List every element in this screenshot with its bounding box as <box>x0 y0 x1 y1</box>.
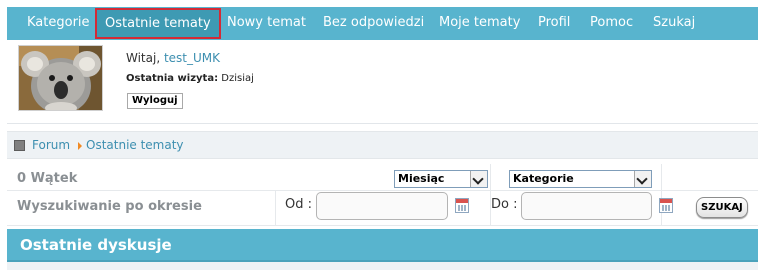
category-select-value: Kategorie <box>513 172 574 185</box>
from-label: Od : <box>285 197 312 212</box>
nav-item-kategorie[interactable]: Kategorie <box>27 7 90 40</box>
username-link[interactable]: test_UMK <box>164 51 220 65</box>
nav-item-profil[interactable]: Profil <box>538 7 570 40</box>
main-nav: Kategorie Ostatnie tematy Nowy temat Bez… <box>7 7 758 40</box>
chevron-down-icon <box>470 171 487 187</box>
welcome-text: Witaj, test_UMK <box>126 51 220 65</box>
section-title: Ostatnie dyskusje <box>20 236 172 254</box>
home-square-icon <box>14 140 25 151</box>
search-button[interactable]: SZUKAJ <box>696 197 748 218</box>
calendar-icon[interactable] <box>455 198 469 213</box>
calendar-icon[interactable] <box>659 198 673 213</box>
breadcrumb-forum[interactable]: Forum <box>32 138 70 152</box>
breadcrumb: Forum Ostatnie tematy <box>7 131 758 159</box>
period-select-value: Miesiąc <box>398 172 445 185</box>
nav-item-pomoc[interactable]: Pomoc <box>590 7 633 40</box>
date-from-input[interactable] <box>316 192 448 220</box>
nav-item-moje-tematy[interactable]: Moje tematy <box>439 7 520 40</box>
filter-panel: 0 Wątek Wyszukiwanie po okresie Miesiąc … <box>7 164 758 226</box>
nav-item-bez-odpowiedzi[interactable]: Bez odpowiedzi <box>323 7 424 40</box>
thread-count: 0 Wątek <box>17 171 78 186</box>
column-divider <box>275 191 276 225</box>
breadcrumb-arrow-icon <box>78 142 82 150</box>
welcome-prefix: Witaj, <box>126 51 164 65</box>
section-header: Ostatnie dyskusje <box>7 229 758 262</box>
period-search-label: Wyszukiwanie po okresie <box>17 199 202 214</box>
logout-button[interactable]: Wyloguj <box>127 93 183 109</box>
last-visit-value: Dzisiaj <box>218 73 254 84</box>
row-divider <box>7 190 758 191</box>
category-select[interactable]: Kategorie <box>509 170 652 188</box>
column-divider <box>490 164 491 225</box>
nav-item-szukaj[interactable]: Szukaj <box>653 7 695 40</box>
period-select[interactable]: Miesiąc <box>394 170 488 188</box>
breadcrumb-ostatnie-tematy[interactable]: Ostatnie tematy <box>86 138 184 152</box>
nav-item-nowy-temat[interactable]: Nowy temat <box>227 7 306 40</box>
date-to-input[interactable] <box>521 192 652 220</box>
last-visit: Ostatnia wizyta: Dzisiaj <box>126 73 254 84</box>
row-divider <box>7 225 758 226</box>
user-panel: Witaj, test_UMK Ostatnia wizyta: Dzisiaj… <box>7 40 758 124</box>
column-divider <box>661 164 662 225</box>
last-visit-label: Ostatnia wizyta: <box>126 73 219 84</box>
nav-item-ostatnie-tematy[interactable]: Ostatnie tematy <box>95 8 221 39</box>
to-label: Do : <box>491 197 518 212</box>
chevron-down-icon <box>634 171 651 187</box>
koala-avatar-icon[interactable] <box>18 45 103 111</box>
content-strip <box>7 262 758 270</box>
